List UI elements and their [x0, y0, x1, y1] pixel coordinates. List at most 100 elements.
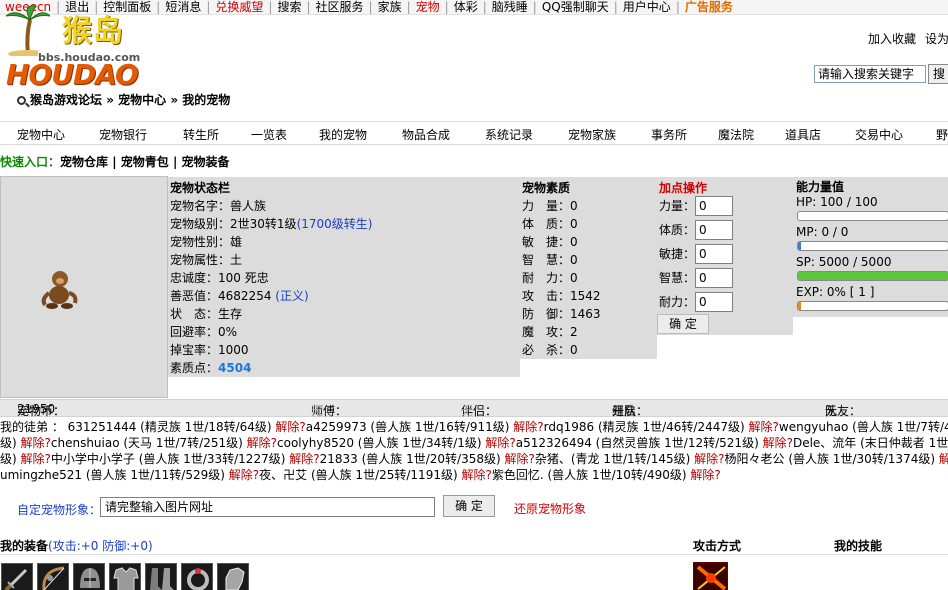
dismiss-student-link[interactable]: 解除? — [513, 420, 543, 434]
pet-info-row: 宠物币： 21950 师傅：无 伴侣：无 组队： 开启 队友：无 — [0, 399, 948, 418]
students-line: 级) 解除?中小学中小学子 (兽人族 1世/33转/1227级) 解除?2183… — [0, 451, 948, 467]
dismiss-student-link[interactable]: 解除? — [21, 436, 51, 450]
pet-drop-row: 掉宝率：1000 — [170, 343, 249, 357]
student-entry: rdq1986 (精灵族 1世/46转/2447级) — [543, 420, 749, 434]
students-line: 我的徒弟 ： 631251444 (精灵族 1世/18转/64级) 解除?a42… — [0, 419, 948, 435]
pet-dodge-row: 回避率：0% — [170, 325, 238, 339]
exp-bar — [797, 301, 948, 311]
custom-image-submit-button[interactable]: 确 定 — [443, 495, 495, 517]
quality-points-value: 4504 — [218, 361, 252, 375]
nav-item[interactable]: 我的宠物 — [319, 126, 367, 143]
topbar-item[interactable]: 用户中心 — [618, 0, 676, 14]
search-input[interactable]: 请输入搜索关键字 — [814, 65, 926, 83]
add-point-input[interactable]: 0 — [695, 196, 733, 216]
topbar-item[interactable]: 搜索 — [272, 0, 306, 14]
pet-image-panel — [0, 176, 168, 398]
attack-method-icon[interactable] — [693, 562, 728, 590]
breadcrumb-forum[interactable]: 猴岛游戏论坛 — [30, 93, 102, 107]
topbar-item[interactable]: QQ强制聊天 — [537, 0, 614, 14]
ability-panel: 能力量值 HP: 100 / 100 MP: 0 / 0 SP: 5000 / … — [793, 177, 948, 317]
pet-status-title: 宠物状态栏 — [170, 181, 231, 195]
bow-icon[interactable] — [37, 563, 69, 590]
nav-item[interactable]: 系统记录 — [485, 126, 533, 143]
gauntlet-icon[interactable] — [217, 563, 249, 590]
armor-icon[interactable] — [109, 563, 141, 590]
search-button[interactable]: 搜 — [928, 64, 948, 84]
dismiss-student-link[interactable]: 解除? — [694, 452, 724, 466]
rebirth-link[interactable]: (1700级转生) — [297, 217, 373, 231]
breadcrumb-pet-center[interactable]: 宠物中心 — [118, 93, 166, 107]
dismiss-student-link[interactable]: 解除? — [289, 452, 319, 466]
student-entry: wengyuhao (兽人族 1世/7转/490 — [778, 420, 948, 434]
dismiss-student-link[interactable]: 解除? — [763, 436, 793, 450]
nav-item[interactable]: 宠物家族 — [568, 126, 616, 143]
pet-state-row: 状 态：生存 — [170, 307, 243, 321]
boots-icon[interactable] — [145, 563, 177, 590]
dismiss-student-link[interactable]: 解除? — [504, 452, 534, 466]
helmet-icon[interactable] — [73, 563, 105, 590]
nav-item[interactable]: 宠物银行 — [99, 126, 147, 143]
add-favorite-link[interactable]: 加入收藏 — [868, 32, 916, 46]
add-point-input[interactable]: 0 — [695, 244, 733, 264]
student-entry: a512326494 (自然灵兽族 1世/12转/521级) — [515, 436, 763, 450]
nav-item[interactable]: 道具店 — [785, 126, 821, 143]
student-entry: 21833 (兽人族 1世/20转/358级) — [319, 452, 505, 466]
dismiss-student-link[interactable]: 解除? — [21, 452, 51, 466]
my-equipment-title: 我的装备(攻击:+0 防御:+0) — [0, 539, 153, 553]
logo-hanzi: 猴岛 — [62, 14, 124, 49]
nav-item[interactable]: 宠物中心 — [17, 126, 65, 143]
dismiss-student-link[interactable]: 解除? — [247, 436, 277, 450]
topbar-item[interactable]: 脑残睡 — [487, 0, 533, 14]
dismiss-student-link[interactable]: 解除? — [485, 436, 515, 450]
dismiss-student-link[interactable]: 解除? — [939, 452, 948, 466]
student-entry: umingzhe521 (兽人族 1世/11转/529级) — [0, 468, 229, 482]
set-home-link[interactable]: 设为 — [925, 32, 948, 46]
quick-link-bag[interactable]: 宠物青包 — [121, 155, 169, 169]
pet-attr-row: 宠物属性：土 — [170, 253, 243, 267]
dismiss-student-link[interactable]: 解除? — [749, 420, 779, 434]
add-point-input[interactable]: 0 — [695, 292, 733, 312]
topbar-item[interactable]: 广告服务 — [680, 0, 738, 14]
nav-item[interactable]: 一览表 — [251, 126, 287, 143]
attack-method-title: 攻击方式 — [693, 539, 742, 553]
topbar-item[interactable]: 家族 — [373, 0, 407, 14]
site-logo[interactable]: 猴岛 bbs.houdao.com HOUDAO — [0, 0, 158, 93]
students-line: 级) 解除?chenshuiao (天马 1世/7转/251级) 解除?cool… — [0, 435, 948, 451]
nav-item[interactable]: 交易中心 — [855, 126, 903, 143]
quick-link-warehouse[interactable]: 宠物仓库 — [60, 155, 108, 169]
quality-row: 攻 击：1542 — [522, 289, 601, 303]
restore-pet-image-link[interactable]: 还原宠物形象 — [514, 500, 586, 517]
topbar-item[interactable]: 社区服务 — [311, 0, 369, 14]
sword-icon[interactable] — [1, 563, 33, 590]
dismiss-student-link[interactable]: 解除? — [690, 468, 720, 482]
add-points-confirm-button[interactable]: 确 定 — [657, 314, 709, 334]
quick-entry-label: 快速入口： — [0, 155, 61, 169]
topbar-item[interactable]: 宠物 — [411, 0, 445, 14]
nav-item[interactable]: 事务所 — [651, 126, 687, 143]
nav-item[interactable]: 物品合成 — [402, 126, 450, 143]
dismiss-student-link[interactable]: 解除? — [229, 468, 259, 482]
add-points-panel: 加点操作 力量： 0 体质： 0 敏捷： 0 智慧： 0 耐力： 0 确 定 — [657, 177, 793, 335]
ring-icon[interactable] — [181, 563, 213, 590]
add-point-input[interactable]: 0 — [695, 220, 733, 240]
nav-item[interactable]: 野 — [936, 126, 948, 143]
student-entry: 级) — [0, 452, 21, 466]
quality-row: 体 质：0 — [522, 217, 578, 231]
quality-row: 敏 捷：0 — [522, 235, 578, 249]
sp-bar-fill — [798, 272, 948, 280]
image-url-input[interactable]: 请完整输入图片网址 — [100, 497, 435, 517]
topbar-item[interactable]: 体彩 — [449, 0, 483, 14]
topbar-item[interactable]: 短消息 — [160, 0, 206, 14]
dismiss-student-link[interactable]: 解除? — [275, 420, 305, 434]
exp-bar-fill — [798, 302, 801, 310]
pet-points-row: 素质点：4504 — [170, 361, 252, 375]
student-entry: 紫色回忆. (兽人族 1世/10转/490级) — [491, 468, 691, 482]
dismiss-student-link[interactable]: 解除? — [461, 468, 491, 482]
topbar-item[interactable]: 兑换威望 — [210, 0, 268, 14]
student-entry: Dele、流年 (末日仲裁者 1世/51转 — [792, 436, 948, 450]
quick-link-equipment[interactable]: 宠物装备 — [182, 155, 230, 169]
search-icon — [17, 96, 26, 105]
nav-item[interactable]: 转生所 — [183, 126, 219, 143]
add-point-input[interactable]: 0 — [695, 268, 733, 288]
nav-item[interactable]: 魔法院 — [718, 126, 754, 143]
